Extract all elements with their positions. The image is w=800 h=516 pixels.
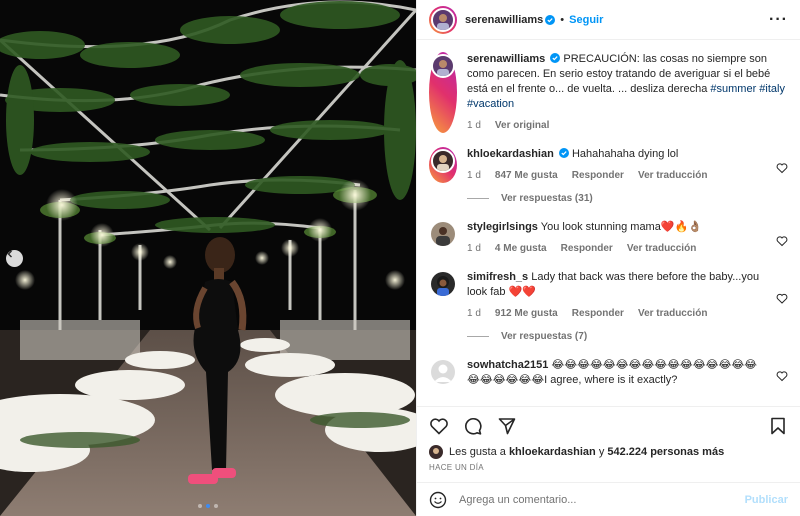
hashtag-italy[interactable]: #italy (759, 83, 785, 95)
author-username[interactable]: serenawilliams (465, 14, 543, 26)
translate-link[interactable]: Ver traducción (638, 168, 707, 183)
default-avatar-icon (434, 364, 452, 382)
comment-time[interactable]: 1 d (467, 168, 481, 183)
venue-photo-illustration (0, 0, 416, 516)
carousel-dot-active (206, 504, 210, 508)
commenter-avatar[interactable] (431, 360, 455, 384)
likes-user[interactable]: khloekardashian (509, 446, 596, 458)
separator: • (560, 13, 565, 26)
translate-link[interactable]: Ver traducción (638, 306, 707, 321)
caption-username[interactable]: serenawilliams (467, 53, 545, 65)
comment-input[interactable]: Agrega un comentario... (459, 494, 733, 506)
heart-icon[interactable] (776, 364, 788, 388)
replies-line (467, 336, 489, 337)
comment-username[interactable]: stylegirlsings (467, 221, 538, 233)
comment-likes[interactable]: 847 Me gusta (495, 168, 558, 183)
comment-username[interactable]: khloekardashian (467, 148, 554, 160)
caption: serenawilliams PRECAUCIÓN: las cosas no … (429, 52, 788, 133)
verified-badge-icon (545, 14, 556, 25)
post-side-panel: serenawilliams • Seguir ··· serenawillia… (416, 0, 800, 516)
comment-time[interactable]: 1 d (467, 306, 481, 321)
heart-icon[interactable] (776, 226, 788, 256)
comment-username[interactable]: sowhatcha2151 (467, 359, 548, 371)
comment-icon[interactable] (463, 416, 483, 436)
comments-list[interactable]: serenawilliams PRECAUCIÓN: las cosas no … (417, 40, 800, 406)
reply-button[interactable]: Responder (561, 241, 613, 256)
post-comment-button[interactable]: Publicar (745, 494, 788, 506)
comment-likes[interactable]: 912 Me gusta (495, 306, 558, 321)
heart-icon[interactable] (776, 153, 788, 183)
commenter-avatar[interactable] (431, 272, 455, 296)
chevron-left-icon (7, 250, 12, 258)
carousel-dot (198, 504, 202, 508)
comment-composer: Agrega un comentario... Publicar (417, 482, 800, 516)
liker-avatar[interactable] (429, 445, 443, 459)
comment-item: khloekardashian Hahahahaha dying lol 1 d… (429, 147, 788, 183)
caption-time[interactable]: 1 d (467, 118, 481, 133)
carousel-dot (214, 504, 218, 508)
reply-button[interactable]: Responder (572, 168, 624, 183)
likes-and: y (598, 446, 605, 458)
likes-prefix: Les gusta a (449, 446, 506, 458)
author-avatar[interactable] (429, 5, 457, 34)
comment-time[interactable]: 1 d (467, 241, 481, 256)
post-timestamp[interactable]: HACE UN DÍA (417, 460, 800, 478)
view-replies-label: Ver respuestas (7) (501, 331, 588, 342)
post-photo[interactable] (0, 0, 416, 516)
comment-text: Hahahahaha dying lol (571, 148, 679, 160)
view-replies-label: Ver respuestas (31) (501, 193, 593, 204)
reply-button[interactable]: Responder (572, 306, 624, 321)
hashtag-summer[interactable]: #summer (710, 83, 756, 95)
see-original-link[interactable]: Ver original (495, 118, 549, 133)
commenter-avatar[interactable] (431, 222, 455, 246)
hashtag-vacation[interactable]: #vacation (467, 98, 514, 110)
post-header: serenawilliams • Seguir ··· (417, 0, 800, 40)
follow-button[interactable]: Seguir (569, 14, 603, 26)
view-replies-button[interactable]: Ver respuestas (31) (467, 193, 788, 204)
post-actions-bar (417, 406, 800, 444)
comment-item: stylegirlsings You look stunning mama❤️🔥… (429, 220, 788, 256)
carousel-prev-button[interactable] (6, 250, 23, 267)
likes-summary: Les gusta a khloekardashian y 542.224 pe… (417, 444, 800, 460)
comment-text: You look stunning mama❤️🔥👌🏽 (540, 221, 702, 233)
heart-icon[interactable] (776, 276, 788, 321)
likes-count[interactable]: 542.224 personas más (607, 446, 724, 458)
comment-likes[interactable]: 4 Me gusta (495, 241, 547, 256)
commenter-avatar[interactable] (429, 147, 457, 183)
comment-item: sowhatcha2151 😂😂😂😂😂😂😂😂😂😂😂😂😂😂😂😂😂😂😂😂😂😂I ag… (429, 358, 788, 388)
verified-badge-icon (558, 148, 569, 158)
translate-link[interactable]: Ver traducción (627, 241, 696, 256)
view-replies-button[interactable]: Ver respuestas (7) (467, 331, 788, 342)
bookmark-icon[interactable] (768, 416, 788, 436)
verified-badge-icon (550, 53, 561, 63)
heart-icon[interactable] (429, 416, 449, 436)
send-icon[interactable] (497, 416, 517, 436)
comment-item: simifresh_s Lady that back was there bef… (429, 270, 788, 321)
replies-line (467, 198, 489, 199)
comment-username[interactable]: simifresh_s (467, 271, 528, 283)
more-icon[interactable]: ··· (769, 11, 788, 29)
carousel-indicator (0, 504, 416, 508)
caption-avatar[interactable] (429, 52, 457, 133)
emoji-icon[interactable] (429, 491, 447, 509)
